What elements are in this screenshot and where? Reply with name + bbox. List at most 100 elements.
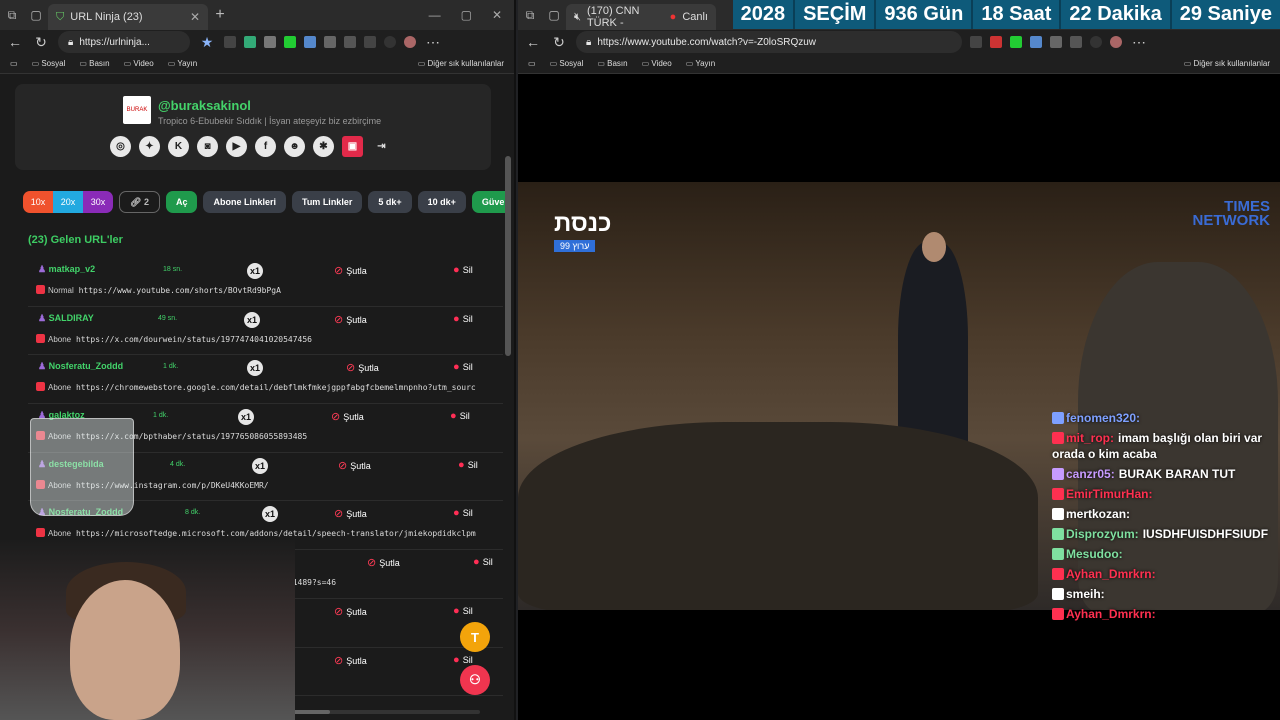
extension-icon[interactable] — [244, 36, 256, 48]
chat-username[interactable]: smeih: — [1066, 587, 1105, 601]
close-tab-icon[interactable]: ✕ — [190, 10, 200, 24]
profile-handle[interactable]: @buraksakinol — [158, 98, 251, 113]
row-url[interactable]: Abone https://chromewebstore.google.com/… — [36, 382, 503, 392]
multiplier-10x-button[interactable]: 10x — [23, 191, 53, 213]
discord-icon[interactable]: ☻ — [284, 136, 305, 157]
row-kick-button[interactable]: Şutla — [334, 654, 367, 667]
chat-username[interactable]: mertkozan: — [1066, 507, 1130, 521]
instagram-icon[interactable]: ◙ — [197, 136, 218, 157]
extension-icon[interactable] — [970, 36, 982, 48]
multiplier-30x-button[interactable]: 30x — [83, 191, 113, 213]
mute-icon[interactable]: 🔇︎ — [574, 11, 581, 24]
row-url-text[interactable]: https://chromewebstore.google.com/detail… — [76, 383, 476, 392]
row-username[interactable]: matkap_v2 — [38, 264, 96, 275]
video-player[interactable]: כנסת ערוץ 99 TIMES NETWORK fenomen320: mit… — [518, 74, 1280, 720]
shield-icon[interactable] — [1090, 36, 1102, 48]
twitter-icon[interactable]: ✦ — [139, 136, 160, 157]
row-delete-button[interactable]: Sil — [473, 556, 493, 568]
row-username[interactable]: SALDIRAY — [38, 313, 94, 324]
row-kick-button[interactable]: Şutla — [334, 507, 367, 520]
extension-icon[interactable] — [224, 36, 236, 48]
bookmark-bar-icon[interactable]: ▭ — [528, 59, 536, 68]
favorite-star-icon[interactable]: ★ — [198, 34, 216, 51]
row-delete-button[interactable]: Sil — [453, 654, 473, 666]
bookmark-basin[interactable]: Basın — [597, 59, 627, 68]
kick-icon[interactable]: K — [168, 136, 189, 157]
bookmark-other[interactable]: Diğer sık kullanılanlar — [418, 59, 504, 68]
all-links-button[interactable]: Tum Linkler — [291, 191, 363, 213]
row-username[interactable]: Nosferatu_Zoddd — [38, 361, 124, 372]
menu-dots-icon[interactable]: ⋯ — [1130, 34, 1148, 51]
bookmark-bar-icon[interactable]: ▭ — [10, 59, 18, 68]
facebook-icon[interactable]: f — [255, 136, 276, 157]
row-url[interactable]: Abone https://microsoftedge.microsoft.co… — [36, 528, 503, 538]
workspaces-icon[interactable]: ⧉ — [0, 0, 24, 30]
row-delete-button[interactable]: Sil — [453, 313, 473, 325]
open-button[interactable]: Aç — [165, 191, 198, 213]
row-delete-button[interactable]: Sil — [453, 507, 473, 519]
user-avatar-fab[interactable]: T — [460, 622, 490, 652]
row-url-text[interactable]: https://www.youtube.com/shorts/BOvtRd9bP… — [79, 286, 281, 295]
chat-username[interactable]: canzr05: — [1066, 467, 1115, 481]
extension-icon[interactable] — [1050, 36, 1062, 48]
reload-icon[interactable]: ↻ — [32, 34, 50, 51]
new-tab-icon[interactable]: + — [208, 0, 232, 30]
store-icon[interactable]: ▣ — [342, 136, 363, 157]
row-url[interactable]: Abone https://x.com/dourwein/status/1977… — [36, 333, 503, 344]
extension-icon[interactable] — [264, 36, 276, 48]
row-multiplier-badge[interactable]: x1 — [252, 457, 268, 474]
back-icon[interactable]: ← — [6, 34, 24, 50]
row-delete-button[interactable]: Sil — [453, 361, 473, 373]
workspaces-icon[interactable]: ⧉ — [518, 0, 542, 30]
logout-icon[interactable]: ⇥ — [371, 136, 392, 157]
vertical-scrollbar[interactable] — [505, 156, 511, 356]
address-bar[interactable]: 🔒︎ https://www.youtube.com/watch?v=-Z0lo… — [576, 31, 962, 53]
bookmark-yayin[interactable]: Yayın — [686, 59, 715, 68]
tab-url-ninja[interactable]: ⛉ URL Ninja (23) ✕ — [48, 4, 208, 30]
trusted-button[interactable]: Güve — [471, 191, 507, 213]
link-count-button[interactable]: 🔗︎ 2 — [119, 191, 160, 213]
row-url[interactable]: Normal https://www.youtube.com/shorts/BO… — [36, 285, 503, 295]
extension-icon[interactable] — [304, 36, 316, 48]
row-url-text[interactable]: https://x.com/dourwein/status/1977474041… — [76, 335, 312, 344]
row-delete-button[interactable]: Sil — [453, 605, 473, 617]
row-kick-button[interactable]: Şutla — [331, 410, 364, 423]
extension-icon[interactable] — [284, 36, 296, 48]
bookmark-other[interactable]: Diğer sık kullanılanlar — [1184, 59, 1270, 68]
row-kick-button[interactable]: Şutla — [346, 361, 379, 374]
dribbble-icon[interactable]: ◎ — [110, 136, 131, 157]
subscriber-links-button[interactable]: Abone Linkleri — [203, 191, 286, 213]
tab-actions-icon[interactable]: ▢ — [542, 0, 566, 30]
row-multiplier-badge[interactable]: x1 — [262, 506, 278, 523]
add-user-fab-icon[interactable]: ⚇ — [460, 665, 490, 695]
row-multiplier-badge[interactable]: x1 — [244, 311, 260, 328]
extension-icon[interactable] — [1010, 36, 1022, 48]
bookmark-video[interactable]: Video — [642, 59, 671, 68]
bookmark-sosyal[interactable]: Sosyal — [32, 59, 65, 68]
tab-actions-icon[interactable]: ▢ — [24, 0, 48, 30]
row-multiplier-badge[interactable]: x1 — [238, 409, 254, 426]
extension-icon[interactable] — [1070, 36, 1082, 48]
filter-5min-button[interactable]: 5 dk+ — [368, 191, 412, 213]
bookmark-sosyal[interactable]: Sosyal — [550, 59, 583, 68]
chat-username[interactable]: mit_rop: — [1066, 431, 1114, 445]
chat-username[interactable]: Ayhan_Dmrkrn: — [1066, 567, 1156, 581]
extension-icon[interactable] — [344, 36, 356, 48]
shield-icon[interactable] — [384, 36, 396, 48]
chat-username[interactable]: Ayhan_Dmrkrn: — [1066, 607, 1156, 621]
tab-youtube[interactable]: 🔇︎ (170) CNN TÜRK - ● Canlı — [566, 4, 716, 30]
profile-avatar[interactable] — [404, 36, 416, 48]
row-kick-button[interactable]: Şutla — [334, 605, 367, 618]
youtube-icon[interactable]: ▶ — [226, 136, 247, 157]
menu-dots-icon[interactable]: ⋯ — [424, 34, 442, 51]
row-url-text[interactable]: https://microsoftedge.microsoft.com/addo… — [76, 529, 476, 538]
chat-username[interactable]: EmirTimurHan: — [1066, 487, 1152, 501]
row-kick-button[interactable]: Şutla — [334, 313, 367, 326]
row-kick-button[interactable]: Şutla — [338, 459, 371, 472]
row-multiplier-badge[interactable]: x1 — [247, 263, 263, 279]
reload-icon[interactable]: ↻ — [550, 34, 568, 51]
steam-icon[interactable]: ✱ — [313, 136, 334, 157]
multiplier-20x-button[interactable]: 20x — [53, 191, 83, 213]
row-kick-button[interactable]: Şutla — [367, 556, 400, 569]
row-multiplier-badge[interactable]: x1 — [247, 360, 263, 377]
